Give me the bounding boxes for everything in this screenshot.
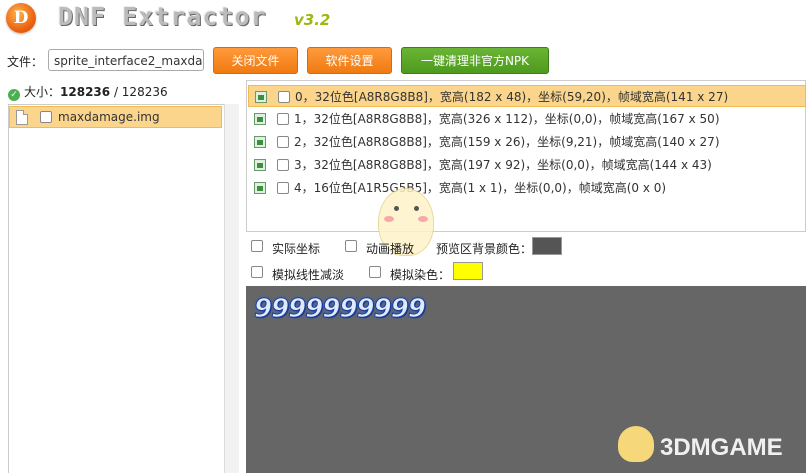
file-icon [16, 110, 28, 125]
damage-number-sprite: 9999999999 [254, 294, 427, 325]
watermark-logo-icon [618, 426, 654, 462]
image-icon [254, 113, 266, 125]
size-info: ✓ 大小：128236 / 128236 [8, 83, 168, 101]
watermark-text: 3DMGAME [660, 434, 783, 461]
dye-checkbox[interactable] [369, 266, 381, 278]
frame-info: 4，16位色[A1R5G5B5]，宽高(1 x 1)，坐标(0,0)，帧域宽高(… [294, 181, 667, 195]
frame-row[interactable]: 1，32位色[A8R8G8B8]，宽高(326 x 112)，坐标(0,0)，帧… [248, 108, 806, 130]
image-icon [255, 91, 267, 103]
size-separator: / [110, 85, 122, 99]
img-list-item[interactable]: maxdamage.img [9, 106, 222, 128]
frame-row[interactable]: 4，16位色[A1R5G5B5]，宽高(1 x 1)，坐标(0,0)，帧域宽高(… [248, 177, 806, 199]
frame-info: 1，32位色[A8R8G8B8]，宽高(326 x 112)，坐标(0,0)，帧… [294, 112, 720, 126]
dye-label: 模拟染色： [390, 268, 451, 282]
frame-row[interactable]: 3，32位色[A8R8G8B8]，宽高(197 x 92)，坐标(0,0)，帧域… [248, 154, 806, 176]
file-path-field[interactable]: sprite_interface2_maxdamage.NPK [48, 49, 204, 71]
title-bar: D DNF Extractor v3.2 [0, 0, 806, 40]
file-label: 文件： [7, 55, 44, 69]
check-circle-icon: ✓ [8, 89, 20, 101]
dye-color-swatch[interactable] [453, 262, 483, 280]
actual-coords-label: 实际坐标 [272, 242, 321, 256]
frame-checkbox[interactable] [277, 113, 289, 125]
app-title: DNF Extractor [58, 2, 267, 31]
mascot-eye [394, 206, 399, 211]
app-version: v3.2 [294, 11, 331, 29]
frame-row[interactable]: 2，32位色[A8R8G8B8]，宽高(159 x 26)，坐标(9,21)，帧… [248, 131, 806, 153]
frame-row[interactable]: 0，32位色[A8R8G8B8]，宽高(182 x 48)，坐标(59,20)，… [248, 85, 806, 107]
size-value-current: 128236 [60, 85, 111, 99]
img-item-name: maxdamage.img [58, 110, 160, 124]
mascot-eye [414, 206, 419, 211]
close-file-button[interactable]: 关闭文件 [213, 47, 298, 74]
size-value-total: 128236 [121, 85, 168, 99]
frame-info: 2，32位色[A8R8G8B8]，宽高(159 x 26)，坐标(9,21)，帧… [294, 135, 720, 149]
img-item-checkbox[interactable] [40, 111, 52, 123]
image-icon [254, 136, 266, 148]
settings-button[interactable]: 软件设置 [307, 47, 392, 74]
frame-checkbox[interactable] [277, 182, 289, 194]
size-label: 大小： [24, 85, 61, 99]
bg-color-swatch[interactable] [532, 237, 562, 255]
img-list-panel [8, 104, 224, 473]
animate-checkbox[interactable] [345, 240, 357, 252]
img-list-scrollbar[interactable] [224, 104, 239, 473]
actual-coords-checkbox[interactable] [251, 240, 263, 252]
app-logo-icon: D [6, 3, 36, 33]
clean-npk-button[interactable]: 一键清理非官方NPK [401, 47, 549, 74]
linear-fade-checkbox[interactable] [251, 266, 263, 278]
mascot-cheek [384, 216, 394, 222]
frame-checkbox[interactable] [277, 159, 289, 171]
frame-checkbox[interactable] [278, 91, 290, 103]
bg-color-label: 预览区背景颜色： [436, 242, 533, 256]
linear-fade-label: 模拟线性减淡 [272, 268, 345, 282]
mascot-cheek [418, 216, 428, 222]
image-icon [254, 182, 266, 194]
image-icon [254, 159, 266, 171]
frame-checkbox[interactable] [277, 136, 289, 148]
animate-label: 动画播放 [366, 242, 415, 256]
frame-info: 0，32位色[A8R8G8B8]，宽高(182 x 48)，坐标(59,20)，… [295, 90, 729, 104]
frame-info: 3，32位色[A8R8G8B8]，宽高(197 x 92)，坐标(0,0)，帧域… [294, 158, 712, 172]
